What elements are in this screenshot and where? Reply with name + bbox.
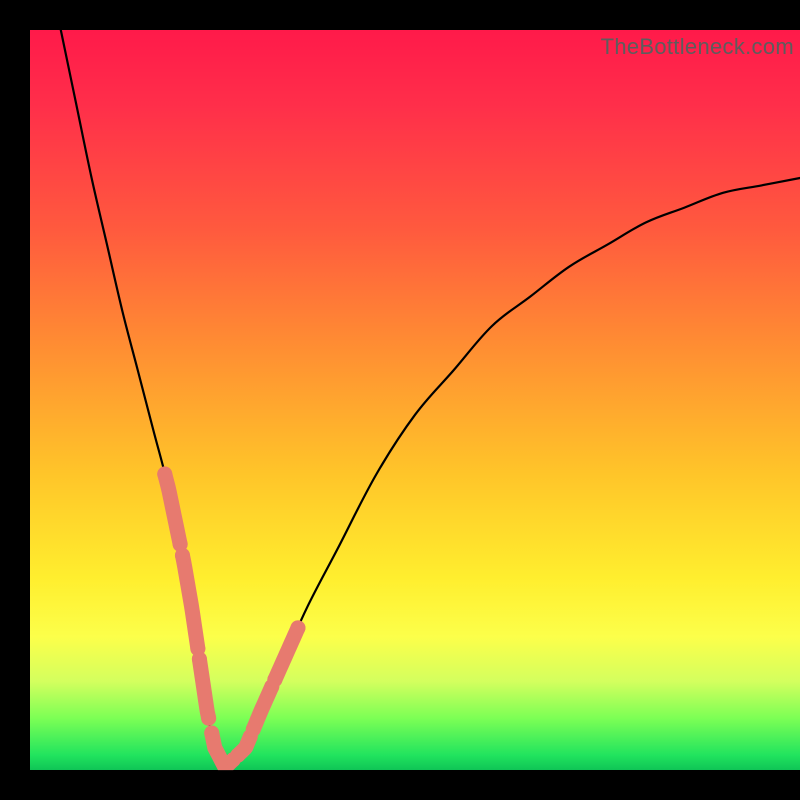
- chart-frame: TheBottleneck.com: [0, 0, 800, 800]
- marker-segment: [199, 659, 208, 718]
- plot-area: TheBottleneck.com: [30, 30, 800, 770]
- marker-cap: [230, 748, 245, 763]
- marker-cap: [157, 467, 172, 482]
- marker-segment: [275, 628, 298, 680]
- marker-cap: [290, 620, 305, 635]
- highlight-markers: [157, 467, 305, 768]
- curve-svg: [30, 30, 800, 770]
- marker-cap: [201, 711, 216, 726]
- marker-cap: [192, 652, 207, 667]
- marker-segment: [182, 555, 197, 648]
- marker-cap: [246, 722, 261, 737]
- marker-cap: [267, 672, 282, 687]
- marker-cap: [204, 726, 219, 741]
- marker-cap: [175, 548, 190, 563]
- marker-segment: [165, 474, 180, 544]
- bottleneck-curve: [61, 30, 800, 765]
